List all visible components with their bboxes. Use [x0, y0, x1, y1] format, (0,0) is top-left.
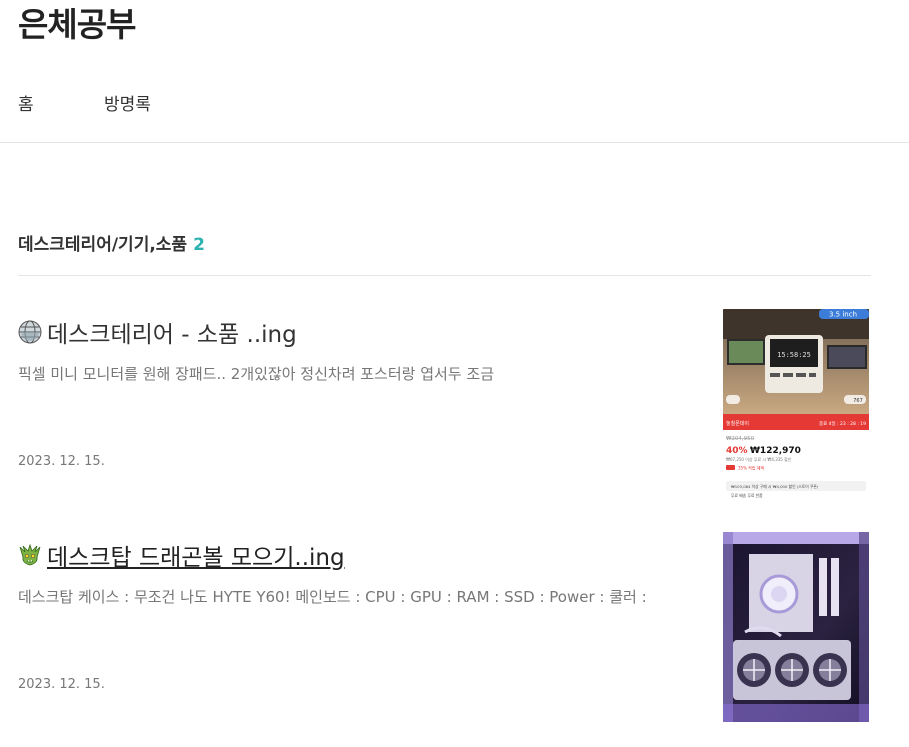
nav-item-home[interactable]: 홈	[18, 90, 34, 115]
post-title[interactable]: 데스크테리어 - 소품 ..ing	[18, 315, 297, 349]
thumb-badge: 3.5 inch	[829, 311, 857, 319]
post-excerpt: 데스크탑 케이스 : 무조건 나도 HYTE Y60! 메인보드 : CPU :…	[18, 588, 647, 606]
post-title-text[interactable]: 데스크테리어 - 소품 ..ing	[47, 315, 297, 349]
dragon-icon	[19, 543, 41, 566]
post-thumbnail[interactable]: 15:58:25 3.5 inch 767 놓칠폰데이 종료 4일 : 23 :…	[723, 309, 869, 499]
post-date: 2023. 12. 15.	[18, 677, 105, 692]
thumb-discount: 40%	[726, 446, 748, 456]
blog-title[interactable]: 은체공부	[18, 0, 136, 46]
nav-item-guestbook[interactable]: 방명록	[104, 90, 151, 115]
thumb-price: ₩122,970	[750, 446, 801, 456]
post-title-text[interactable]: 데스크탑 드래곤볼 모으기..ing	[47, 538, 345, 572]
post-item[interactable]: 데스크테리어 - 소품 ..ing 픽셀 미니 모니터를 원해 장패드.. 2개…	[18, 309, 871, 499]
thumb-banner-right: 종료 4일 : 23 : 28 : 19	[819, 420, 866, 427]
thumb-likes: 767	[853, 398, 863, 404]
thumb-banner-left: 놓칠폰데이	[726, 420, 749, 427]
category-divider	[18, 275, 871, 276]
category-heading: 데스크테리어/기기,소품 2	[18, 230, 205, 255]
thumb-line3: ₩103,084 이상 구매 시 ₩4,000 할인 (스토어 쿠폰)	[731, 484, 819, 489]
globe-icon	[18, 320, 42, 344]
thumb-clock: 15:58:25	[777, 351, 811, 359]
post-date: 2023. 12. 15.	[18, 454, 105, 469]
category-name: 데스크테리어/기기,소품	[18, 235, 188, 255]
post-item[interactable]: 데스크탑 드래곤볼 모으기..ing 데스크탑 케이스 : 무조건 나도 HYT…	[18, 532, 871, 722]
category-count: 2	[193, 235, 205, 255]
pc-case-thumbnail-image	[723, 532, 869, 722]
post-title[interactable]: 데스크탑 드래곤볼 모으기..ing	[18, 538, 345, 572]
thumb-line2: 35% 적립 혜택	[738, 465, 764, 471]
thumb-line1: ₩67,250 이상 무료 시 ₩4,335 할인	[726, 456, 792, 462]
thumb-line4: 무료 배송 무료 반품	[731, 493, 763, 498]
post-excerpt: 픽셀 미니 모니터를 원해 장패드.. 2개있잖아 정신차려 포스터랑 엽서두 …	[18, 365, 494, 383]
thumb-old-price: ₩204,950	[726, 436, 755, 442]
product-thumbnail-image: 15:58:25 3.5 inch 767 놓칠폰데이 종료 4일 : 23 :…	[723, 309, 869, 499]
header-divider	[0, 142, 909, 143]
post-thumbnail[interactable]	[723, 532, 869, 722]
